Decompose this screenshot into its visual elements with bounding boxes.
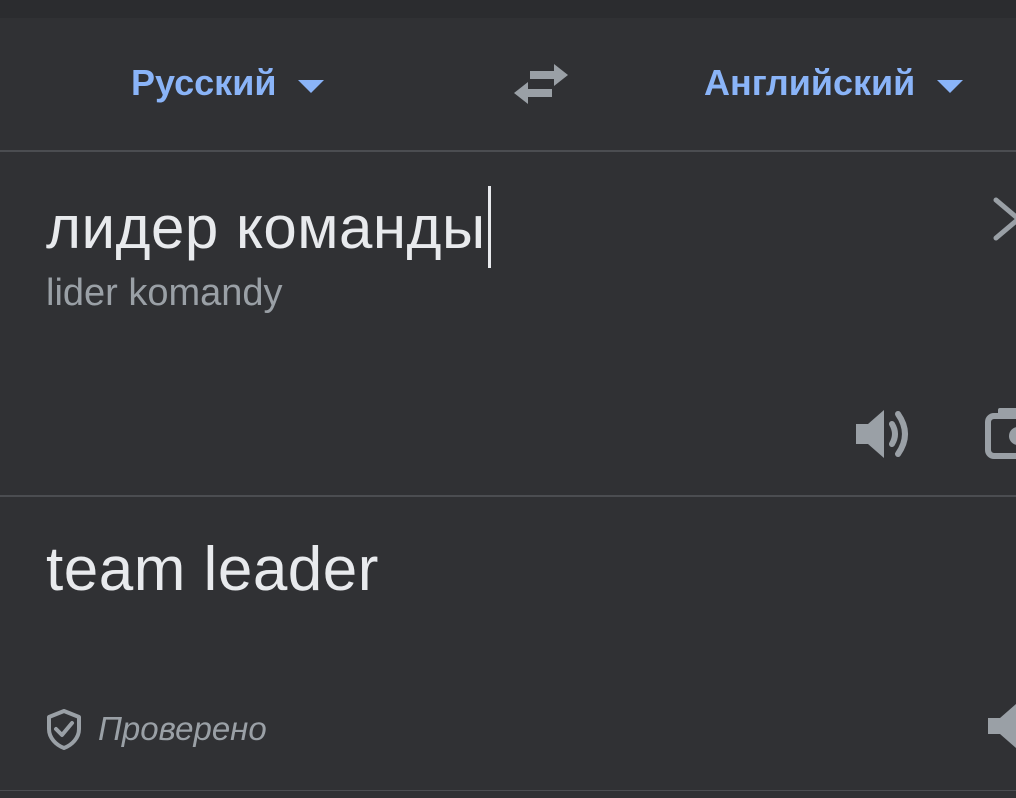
target-language-selector[interactable]: Английский xyxy=(704,62,964,104)
speak-source-button[interactable] xyxy=(852,402,916,466)
swap-languages-button[interactable] xyxy=(510,60,572,108)
transliteration-text: lider komandy xyxy=(46,272,283,314)
shield-check-icon xyxy=(47,709,81,750)
divider xyxy=(0,150,1016,152)
speak-translation-button[interactable] xyxy=(984,696,1016,756)
swap-arrows-icon xyxy=(514,64,568,104)
source-text-value: лидер команды xyxy=(46,193,486,261)
speaker-icon xyxy=(988,704,1016,748)
language-bar: Русский Английский xyxy=(0,18,1016,151)
dropdown-caret-icon xyxy=(937,79,964,93)
source-language-label: Русский xyxy=(131,62,277,103)
clear-input-button[interactable] xyxy=(988,192,1016,246)
divider xyxy=(0,495,1016,497)
verified-badge[interactable]: Проверено xyxy=(46,708,267,750)
translation-result[interactable]: team leader xyxy=(46,534,379,605)
target-language-label: Английский xyxy=(704,62,916,103)
verified-label: Проверено xyxy=(98,710,267,747)
text-cursor xyxy=(487,186,491,268)
dropdown-caret-icon xyxy=(298,79,325,93)
camera-button[interactable] xyxy=(982,404,1016,462)
status-bar-edge xyxy=(0,0,1016,18)
camera-icon xyxy=(985,408,1016,459)
speaker-icon xyxy=(856,410,908,458)
close-icon xyxy=(993,197,1016,241)
divider xyxy=(0,790,1016,791)
source-language-selector[interactable]: Русский xyxy=(131,62,325,104)
source-text-input[interactable]: лидер команды xyxy=(46,186,491,268)
